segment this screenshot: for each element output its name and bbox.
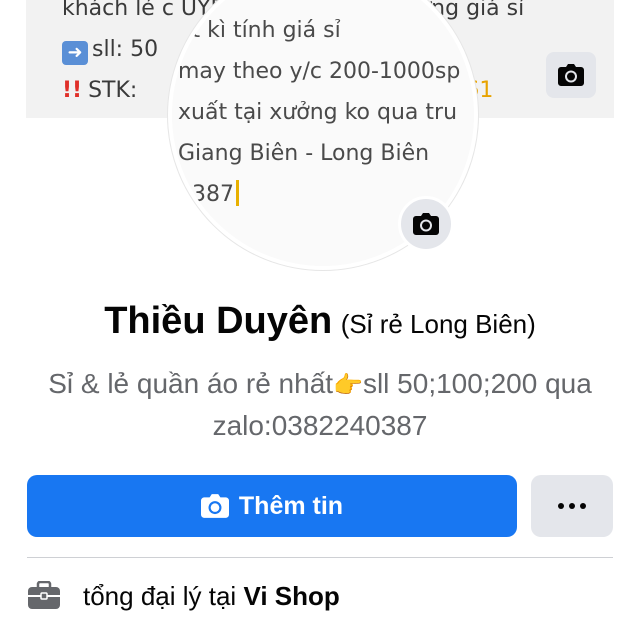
cover-line-2: sll: 50 (92, 37, 159, 62)
cover-line-3-prefix: STK: (88, 78, 138, 103)
avatar-line-5: 0387 (178, 182, 234, 207)
work-prefix: tổng đại lý tại (83, 580, 237, 611)
camera-icon (200, 494, 229, 518)
work-text: tổng đại lý tại Vi Shop (83, 581, 340, 612)
double-exclamation-icon: !! (62, 78, 83, 103)
avatar-line-1: ất kì tính giá sỉ (178, 18, 341, 43)
add-story-label: Thêm tin (238, 491, 344, 520)
profile-name-row: Thiều Duyên (Sỉ rẻ Long Biên) (0, 300, 640, 343)
avatar-line-2: may theo y/c 200-1000sp (178, 59, 461, 84)
avatar-line-4: Giang Biên - Long Biên (178, 141, 430, 166)
more-icon (558, 503, 586, 509)
more-options-button[interactable] (531, 475, 613, 537)
text-caret (236, 180, 239, 206)
bio-text-part1: Sỉ & lẻ quần áo rẻ nhất (48, 368, 334, 399)
briefcase-icon (28, 581, 60, 609)
camera-icon (413, 213, 439, 235)
edit-profile-picture-button[interactable] (398, 196, 454, 252)
camera-icon (558, 64, 584, 86)
avatar-line-3: xuất tại xưởng ko qua tru (178, 100, 458, 125)
work-place[interactable]: Vi Shop (243, 581, 339, 611)
right-arrow-icon: ➜ (62, 41, 88, 65)
profile-nickname: (Sỉ rẻ Long Biên) (340, 309, 536, 339)
work-info-row[interactable]: tổng đại lý tại Vi Shop (27, 576, 340, 616)
add-story-button[interactable]: Thêm tin (27, 475, 517, 537)
pointing-hand-icon: 👉 (333, 372, 363, 399)
profile-name: Thiều Duyên (104, 300, 333, 342)
edit-cover-photo-button[interactable] (546, 52, 596, 98)
section-divider (27, 557, 613, 558)
profile-bio: Sỉ & lẻ quần áo rẻ nhất👉sll 50;100;200 q… (20, 364, 620, 446)
profile-picture-content: ất kì tính giá sỉ may theo y/c 200-1000s… (178, 10, 460, 215)
